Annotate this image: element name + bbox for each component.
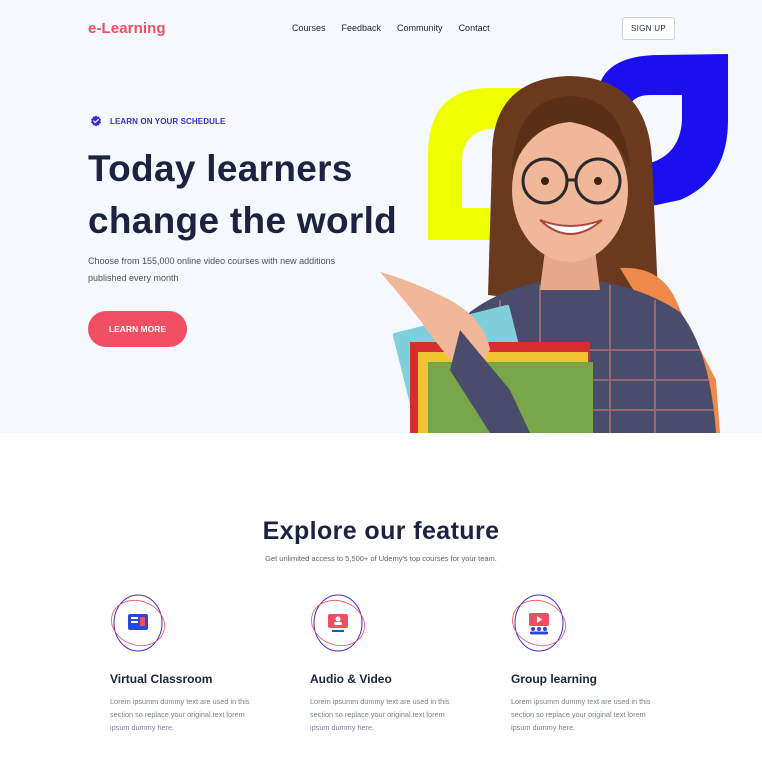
nav-courses[interactable]: Courses	[292, 23, 326, 33]
hero-subtitle: Choose from 155,000 online video courses…	[88, 256, 336, 283]
verified-badge-icon	[91, 115, 101, 127]
group-icon	[512, 594, 566, 652]
headline-line-1: Today learners	[88, 148, 353, 189]
nav-community[interactable]: Community	[397, 23, 443, 33]
video-icon	[311, 594, 365, 652]
classroom-icon	[111, 594, 165, 652]
site-logo[interactable]: e-Learning	[88, 20, 166, 37]
learn-more-button[interactable]: LEARN MORE	[88, 311, 187, 347]
tagline-text: LEARN ON YOUR SCHEDULE	[110, 116, 226, 126]
feature-text: Lorem ipsumm dummy text are used in this…	[511, 697, 651, 732]
hero-section: e-Learning Courses Feedback Community Co…	[0, 0, 762, 433]
nav-feedback[interactable]: Feedback	[342, 23, 382, 33]
feature-text: Lorem ipsumm dummy text are used in this…	[310, 697, 450, 732]
features-title: Explore our feature	[262, 517, 500, 545]
signup-button[interactable]: SIGN UP	[622, 17, 675, 40]
nav-contact[interactable]: Contact	[459, 23, 490, 33]
main-nav: Courses Feedback Community Contact	[292, 23, 490, 33]
hero-student-illustration	[380, 54, 728, 433]
feature-title: Group learning	[511, 672, 598, 686]
hero-headline: Today learners change the world	[88, 143, 397, 247]
features-section: Explore our feature Get unlimited access…	[0, 433, 762, 760]
feature-title: Virtual Classroom	[110, 672, 213, 686]
hero-tagline: LEARN ON YOUR SCHEDULE	[90, 115, 225, 127]
features-subtitle: Get unlimited access to 5,500+ of Udemy'…	[265, 554, 497, 563]
headline-line-2: change the world	[88, 200, 398, 241]
feature-text: Lorem ipsumm dummy text are used in this…	[110, 697, 250, 732]
feature-title: Audio & Video	[310, 672, 392, 686]
